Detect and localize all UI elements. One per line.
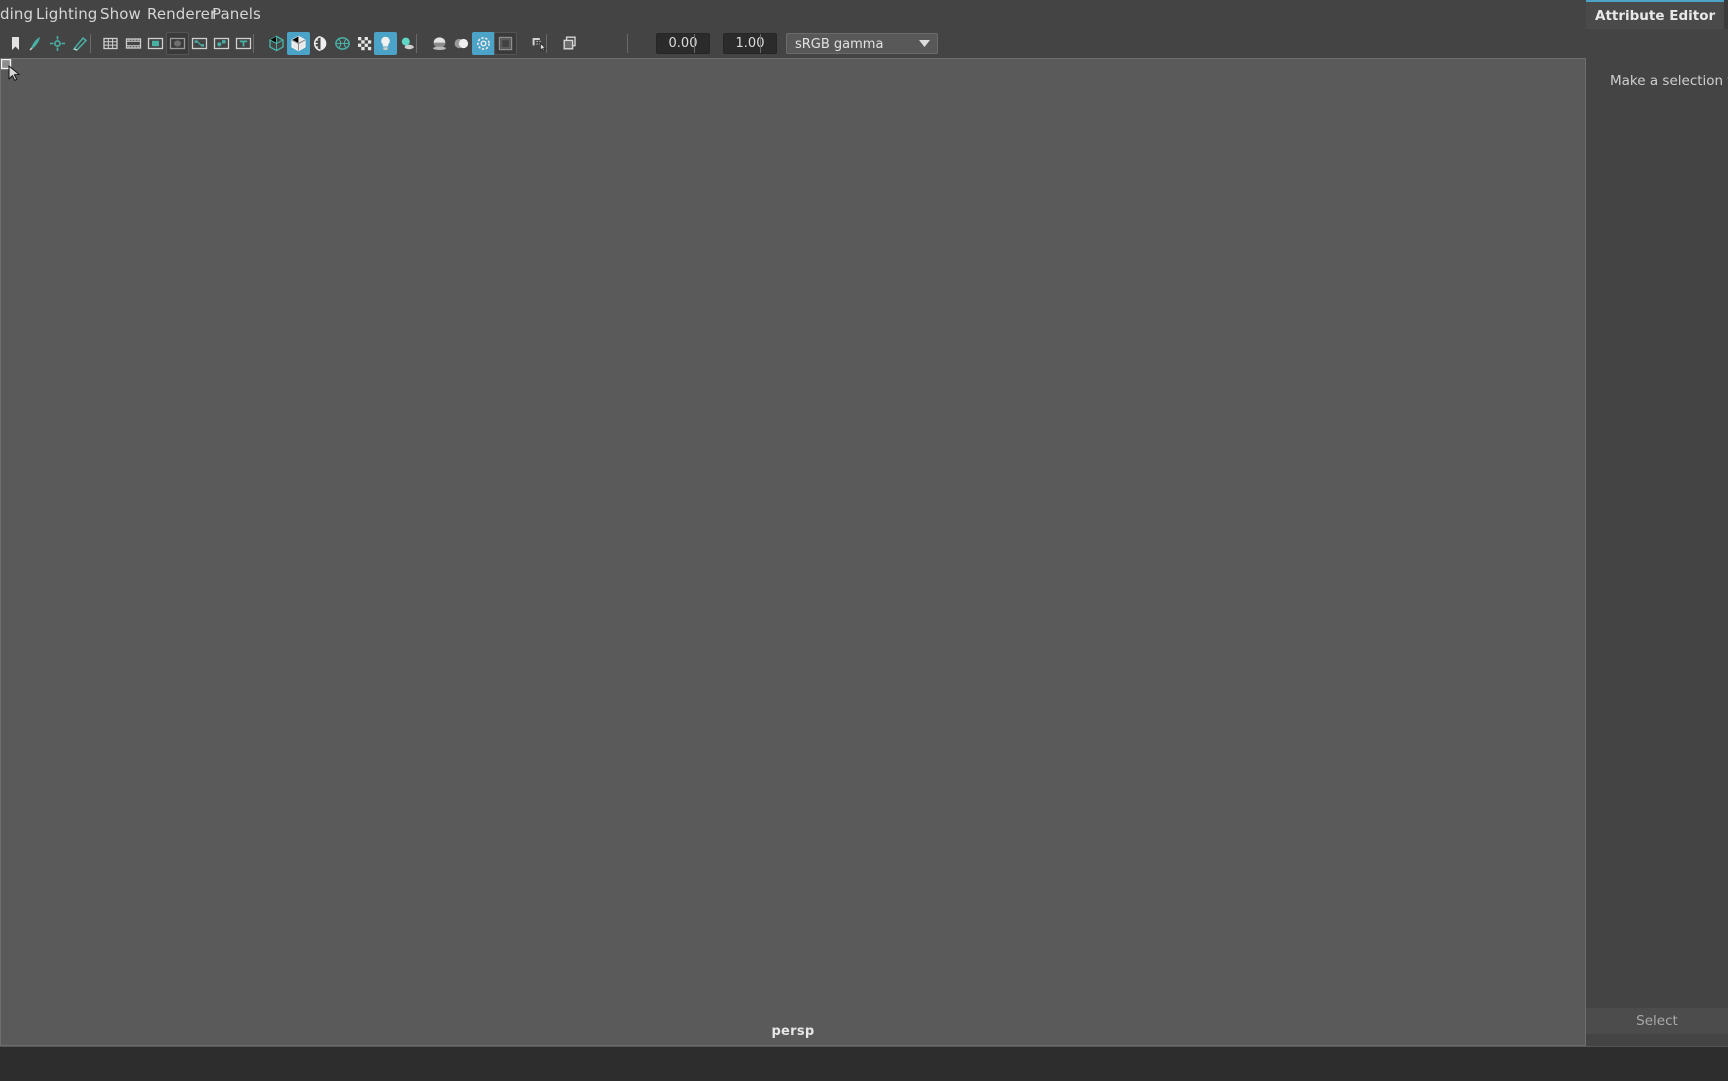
multisample-icon[interactable] [494, 32, 517, 55]
toolbar-separator [694, 34, 695, 53]
wireframe-icon[interactable] [265, 32, 288, 55]
viewport-panel: ding Lighting Show Renderer Panels 0.00 1.00… [0, 0, 1586, 1080]
tab-attribute-editor[interactable]: Attribute Editor [1586, 0, 1725, 29]
chevron-down-icon[interactable] [915, 34, 933, 53]
exposure-input[interactable]: 0.00 [656, 33, 710, 54]
menu-item-lighting[interactable]: Lighting [36, 6, 97, 23]
shade-wireframe-icon[interactable] [309, 32, 332, 55]
textured-icon[interactable] [331, 32, 354, 55]
anti-alias-icon[interactable] [472, 32, 495, 55]
motion-blur-icon[interactable] [450, 32, 473, 55]
smooth-shade-icon[interactable] [287, 32, 310, 55]
film-gate-icon[interactable] [122, 32, 145, 55]
menu-item-show[interactable]: Show [100, 6, 141, 23]
attribute-editor-tab-label: Attribute Editor [1595, 7, 1716, 24]
menu-item-renderer[interactable]: Renderer [147, 6, 216, 23]
resolution-gate-icon[interactable] [144, 32, 167, 55]
attribute-editor-panel: Attribute Editor Make a selection f Sele… [1586, 0, 1728, 1046]
use-lights-icon[interactable] [374, 32, 397, 55]
maya-main-window: ding Lighting Show Renderer Panels 0.00 1.00… [0, 0, 1728, 1081]
paint-effects-icon[interactable] [24, 32, 47, 55]
xray-icon[interactable] [559, 32, 582, 55]
viewport-canvas[interactable]: persp [1, 59, 1585, 1045]
attribute-editor-empty-message: Make a selection f [1610, 73, 1728, 89]
select-button-label: Select [1636, 1013, 1678, 1029]
menu-item-ding[interactable]: ding [0, 6, 33, 23]
attribute-editor-select-button[interactable]: Select [1586, 1008, 1728, 1034]
depth-peel-icon[interactable] [527, 32, 550, 55]
toolbar-separator [760, 34, 761, 53]
grid-icon[interactable] [99, 32, 122, 55]
attribute-editor-tabstrip: Attribute Editor [1586, 0, 1728, 29]
color-profile-value: sRGB gamma [795, 37, 884, 52]
toolbar-separator [627, 34, 628, 53]
color-profile-dropdown[interactable]: sRGB gamma [786, 33, 938, 54]
viewport-toolbar: 0.00 1.00 sRGB gamma [0, 29, 1586, 59]
ambient-occlusion-icon[interactable] [428, 32, 451, 55]
menu-item-panels[interactable]: Panels [212, 6, 261, 23]
gamma-input[interactable]: 1.00 [723, 33, 777, 54]
shadows-icon[interactable] [396, 32, 419, 55]
safe-action-icon[interactable] [210, 32, 233, 55]
sphere-scene [1, 59, 1585, 1045]
attribute-editor-body: Make a selection f [1586, 55, 1728, 1018]
no-texture-icon[interactable] [353, 32, 376, 55]
camera-name-label: persp [771, 1024, 815, 1039]
xray-joints-icon[interactable] [46, 32, 69, 55]
isolate-select-icon[interactable] [68, 32, 91, 55]
viewport-menu-bar: ding Lighting Show Renderer Panels [0, 0, 1586, 29]
viewport-3d[interactable]: persp [0, 58, 1586, 1046]
field-chart-icon[interactable] [188, 32, 211, 55]
safe-title-icon[interactable] [232, 32, 255, 55]
attribute-editor-menu-bar [1586, 29, 1728, 55]
time-slider[interactable] [0, 1046, 1728, 1081]
gate-mask-icon[interactable] [166, 32, 189, 55]
